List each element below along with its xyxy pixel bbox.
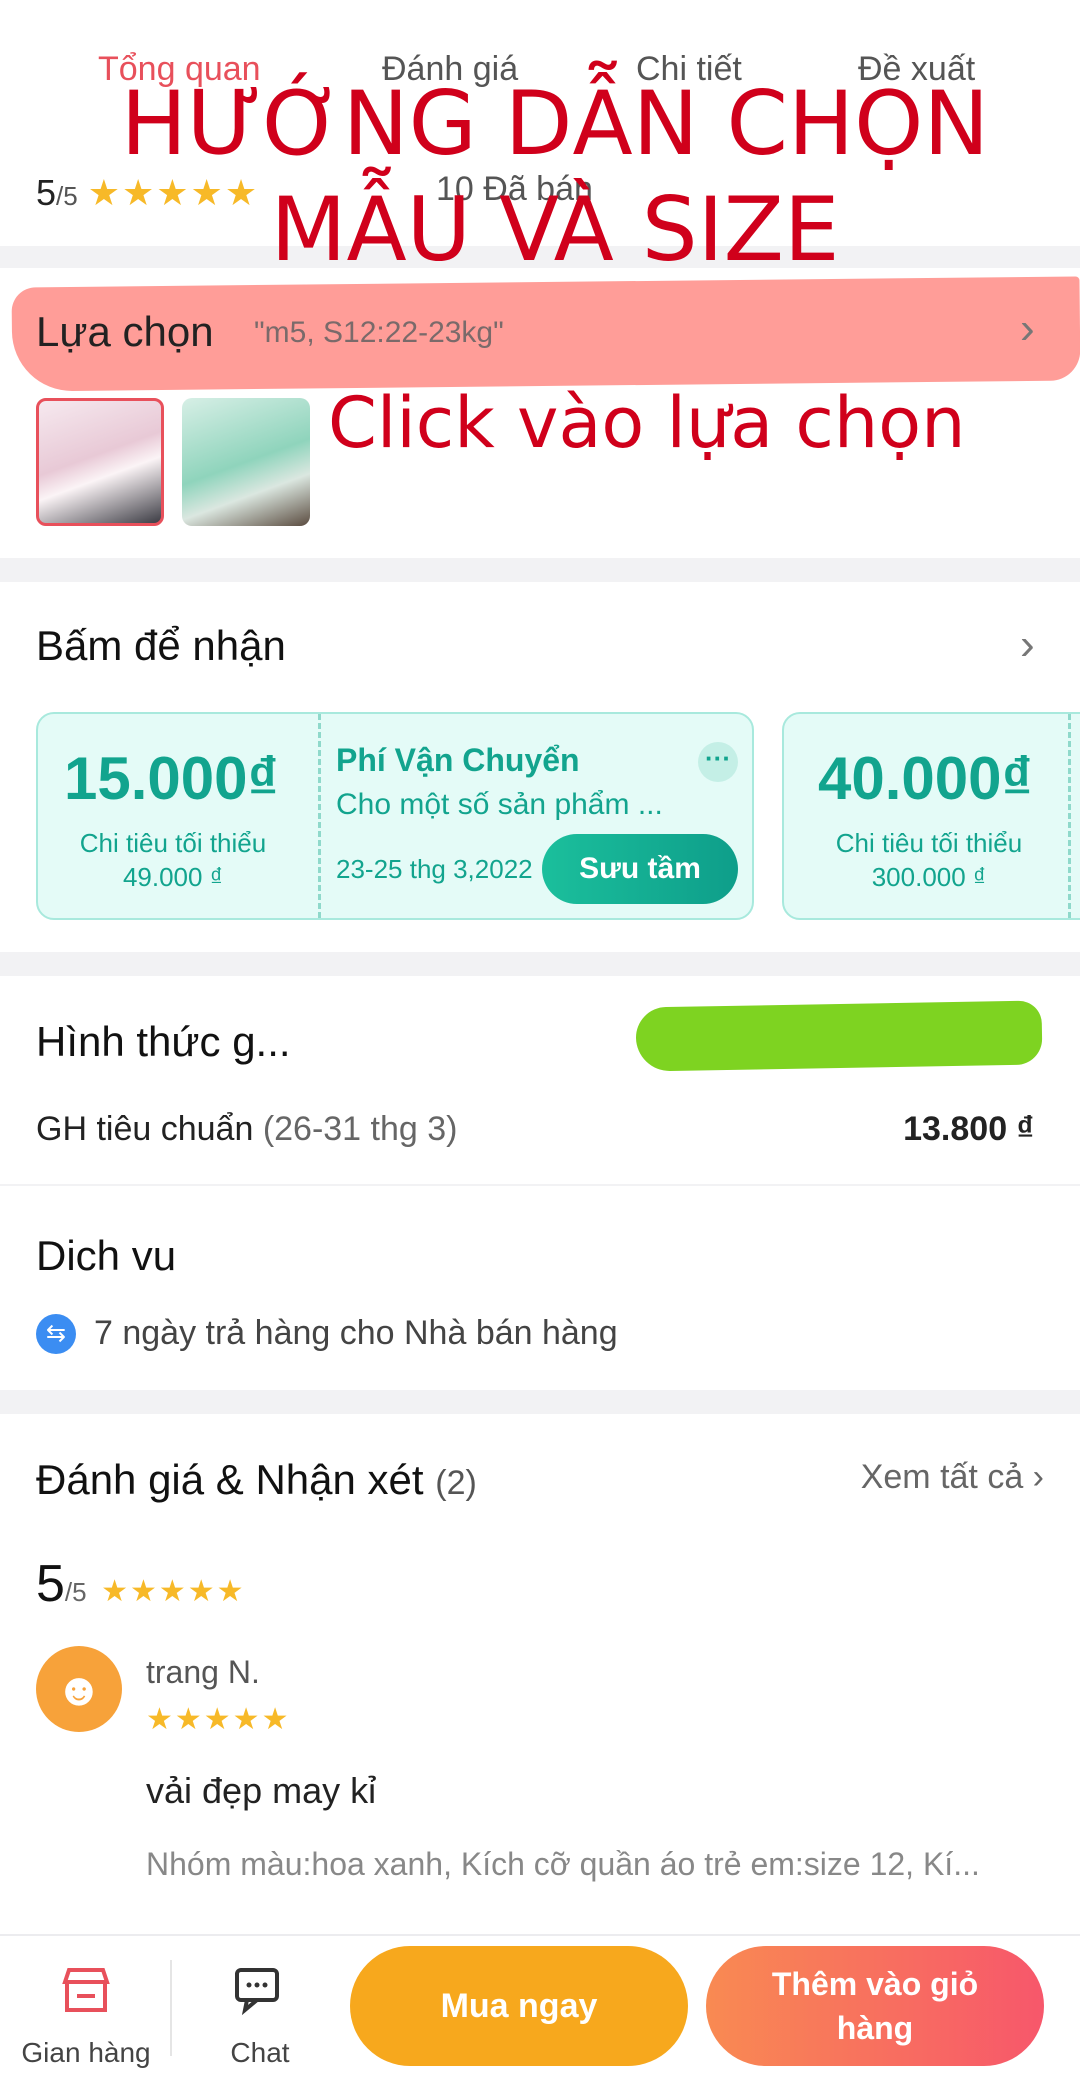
chevron-right-icon[interactable]: › — [1020, 304, 1035, 354]
delivery-price: 13.800 ₫ — [903, 1110, 1034, 1148]
store-label: Gian hàng — [21, 2037, 151, 2068]
voucher-min-value: 49.000 ₫ — [122, 862, 224, 892]
reviews-count: (2) — [435, 1464, 477, 1502]
buy-now-button[interactable]: Mua ngay — [350, 1946, 688, 2066]
store-button[interactable]: Gian hàng — [16, 1966, 156, 2069]
more-icon[interactable]: ··· — [698, 742, 738, 782]
delivery-title: Hình thức g... — [36, 1018, 291, 1065]
reviews-title-text: Đánh giá & Nhận xét — [36, 1456, 424, 1503]
service-section — [0, 1186, 1080, 1390]
annotation-title-line2: MẪU VÀ SIZE — [270, 178, 840, 281]
delivery-date-range: (26-31 thg 3) — [262, 1110, 458, 1148]
avatar: ☻ — [36, 1646, 122, 1732]
review-stars-icon: ★★★★★ — [146, 1703, 291, 1736]
reviews-title: Đánh giá & Nhận xét (2) — [36, 1456, 477, 1504]
service-return-policy: 7 ngày trả hàng cho Nhà bán hàng — [94, 1314, 618, 1352]
collect-voucher-button[interactable]: Sưu tầm — [542, 834, 738, 904]
voucher-min-spend: Chi tiêu tối thiểu 300.000 ₫ — [804, 826, 1054, 894]
option-thumbnail-1[interactable] — [36, 398, 164, 526]
voucher-divider — [318, 714, 321, 918]
review-text: vải đẹp may kỉ — [146, 1770, 377, 1811]
annotation-title-line1: HƯỚNG DẪN CHỌN — [120, 72, 990, 175]
options-selected-value[interactable]: "m5, S12:22-23kg" — [254, 316, 504, 350]
service-title: Dich vu — [36, 1232, 177, 1279]
reviews-score-max: /5 — [64, 1577, 87, 1607]
store-icon — [16, 1966, 156, 2029]
shipping-voucher-date: 23-25 thg 3,2022 — [336, 854, 533, 884]
annotation-click-note: Click vào lựa chọn — [328, 382, 966, 464]
shipping-voucher-desc: Cho một số sản phẩm ... — [336, 788, 663, 821]
vouchers-title[interactable]: Bấm để nhận — [36, 622, 286, 670]
chat-button[interactable]: Chat — [190, 1966, 330, 2069]
voucher-divider — [1068, 714, 1071, 918]
chat-label: Chat — [230, 2037, 290, 2068]
reviews-stars-icon: ★★★★★ — [101, 1575, 246, 1608]
review-user-name: trang N. — [146, 1654, 260, 1690]
review-variant: Nhóm màu:hoa xanh, Kích cỡ quần áo trẻ e… — [146, 1846, 980, 1882]
option-thumbnail-2[interactable] — [182, 398, 310, 526]
return-icon: ⇆ — [36, 1314, 76, 1354]
add-to-cart-button[interactable]: Thêm vào giỏ hàng — [706, 1946, 1044, 2066]
annotation-scribble — [635, 1000, 1043, 1072]
voucher-amount: 40.000₫ — [818, 745, 1033, 812]
reviews-score-value: 5 — [36, 1555, 65, 1613]
options-label[interactable]: Lựa chọn — [36, 308, 214, 356]
voucher-amount: 15.000₫ — [64, 745, 279, 812]
chevron-right-icon[interactable]: › — [1020, 620, 1035, 670]
add-to-cart-label: Thêm vào giỏ hàng — [771, 1966, 979, 2046]
delivery-method-name: GH tiêu chuẩn — [36, 1110, 254, 1148]
divider — [170, 1960, 172, 2056]
chat-icon — [190, 1966, 330, 2029]
voucher-min-label: Chi tiêu tối thiểu — [79, 828, 267, 858]
voucher-min-label: Chi tiêu tối thiểu — [835, 828, 1023, 858]
voucher-min-spend: Chi tiêu tối thiểu 49.000 ₫ — [48, 826, 298, 894]
shipping-voucher-title: Phí Vận Chuyển — [336, 742, 580, 778]
see-all-reviews-link[interactable]: Xem tất cả › — [861, 1458, 1044, 1497]
delivery-method[interactable]: GH tiêu chuẩn (26-31 thg 3) — [36, 1110, 457, 1149]
voucher-min-value: 300.000 ₫ — [871, 862, 987, 892]
voucher-card[interactable]: 40.000₫ Chi tiêu tối thiểu 300.000 ₫ — [782, 712, 1080, 920]
reviews-score: 5/5 ★★★★★ — [36, 1554, 246, 1614]
